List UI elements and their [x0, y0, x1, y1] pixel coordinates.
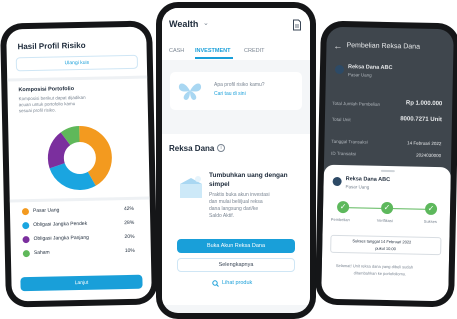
phone-wealth: Wealth ⌄ CASH INVESTMENT CREDIT Apa prof…: [156, 2, 316, 319]
screen-wealth: Wealth ⌄ CASH INVESTMENT CREDIT Apa prof…: [162, 8, 310, 313]
legend-label: Pasar Uang: [32, 207, 60, 214]
legend-pct: 20%: [124, 233, 135, 241]
divider: [7, 75, 148, 82]
tab-investment[interactable]: INVESTMENT: [195, 48, 230, 54]
fund-logo-icon: [334, 64, 345, 75]
legend-label: Obligasi Jangka Pendek: [33, 220, 88, 228]
row-value: 8000.7271 Unit: [400, 116, 442, 124]
legend-pct: 10%: [124, 247, 135, 255]
step-label: Pembelian: [330, 216, 350, 223]
row-value: 2024030000: [416, 152, 442, 159]
sheet-handle[interactable]: [380, 169, 395, 173]
fund-type: Pasar Uang: [347, 72, 372, 78]
butterfly-icon: [178, 83, 202, 100]
footer-note: ditambahkan ke portofoliomu.: [353, 270, 407, 277]
legend-pct: 42%: [123, 205, 135, 213]
tab-cash[interactable]: CASH: [169, 48, 184, 54]
legend-label: Saham: [33, 249, 50, 256]
more-button[interactable]: Selengkapnya: [177, 258, 295, 272]
chevron-down-icon[interactable]: ⌄: [203, 19, 209, 27]
portfolio-title: Komposisi Portofolio: [18, 86, 75, 94]
success-time: pukul 10.00: [375, 245, 396, 252]
app-title: Wealth: [169, 19, 199, 29]
tab-active-indicator: [195, 57, 233, 59]
portfolio-donut-chart: [47, 125, 112, 190]
legend-label: Obligasi Jangka Panjang: [33, 234, 89, 242]
page-title: Hasil Profil Risiko: [17, 40, 86, 52]
phone-risk-profile: Hasil Profil Risiko Ulangi kuis Komposis…: [0, 20, 158, 308]
row-label: Total Unit: [331, 116, 351, 123]
back-arrow-icon[interactable]: ←: [333, 41, 342, 51]
row-label: Tanggal Transaksi: [331, 138, 368, 145]
page-header: Pembelian Reksa Dana: [346, 42, 421, 51]
legend-dot: [22, 250, 30, 258]
portfolio-desc: sesuai profil risiko.: [18, 107, 56, 114]
fund-name: Reksa Dana ABC: [347, 64, 393, 72]
sheet-fund-type: Pasar Uang: [345, 184, 370, 190]
card-title: Tumbuhkan uang dengan: [209, 172, 288, 179]
open-account-button[interactable]: Buka Akun Reksa Dana: [177, 239, 295, 253]
continue-button[interactable]: Lanjut: [20, 274, 143, 292]
card-desc: dan mulai beli/jual reksa: [209, 199, 263, 205]
success-box: [330, 234, 442, 256]
document-icon[interactable]: [292, 19, 302, 31]
banner-question: Apa profil risiko kamu?: [214, 82, 265, 88]
success-bottom-sheet: [321, 164, 451, 302]
row-value: Rp 1.000.000: [405, 100, 443, 108]
card-title: simpel: [209, 181, 230, 188]
sheet-fund-name: Reksa Dana ABC: [345, 176, 391, 184]
card-desc: Praktis buka akun investasi: [209, 192, 270, 198]
box-illustration-icon: [180, 176, 202, 198]
step-label: Sukses: [423, 218, 437, 225]
phone-purchase: ← Pembelian Reksa Dana Reksa Dana ABC Pa…: [315, 20, 457, 308]
row-label: Total Jumlah Pembelian: [332, 100, 381, 107]
view-products-link[interactable]: Lihat produk: [222, 280, 252, 286]
legend-pct: 28%: [124, 219, 135, 227]
legend-dot: [22, 236, 30, 244]
card-desc: dana langsung dari/ke: [209, 206, 259, 212]
retake-quiz-button[interactable]: Ulangi kuis: [15, 54, 139, 72]
stage: Hasil Profil Risiko Ulangi kuis Komposis…: [0, 0, 457, 319]
row-label: ID Transaksi: [331, 150, 357, 157]
legend-dot: [21, 208, 30, 216]
tab-credit[interactable]: CREDIT: [244, 48, 264, 54]
screen-purchase: ← Pembelian Reksa Dana Reksa Dana ABC Pa…: [321, 26, 454, 302]
search-icon: [212, 280, 219, 287]
info-icon[interactable]: i: [217, 144, 225, 152]
portfolio-desc: acuan untuk portofolio kamu: [18, 101, 76, 108]
legend-dot: [22, 222, 30, 230]
step-label: Verifikasi: [376, 217, 393, 224]
row-value: 14 Februari 2022: [407, 140, 442, 147]
divider: [9, 196, 150, 203]
section-title: Reksa Dana: [169, 144, 215, 153]
card-desc: Saldo Aktif.: [209, 213, 235, 219]
banner-link[interactable]: Cari tau di sini: [214, 91, 246, 97]
screen-risk-profile: Hasil Profil Risiko Ulangi kuis Komposis…: [6, 26, 152, 302]
